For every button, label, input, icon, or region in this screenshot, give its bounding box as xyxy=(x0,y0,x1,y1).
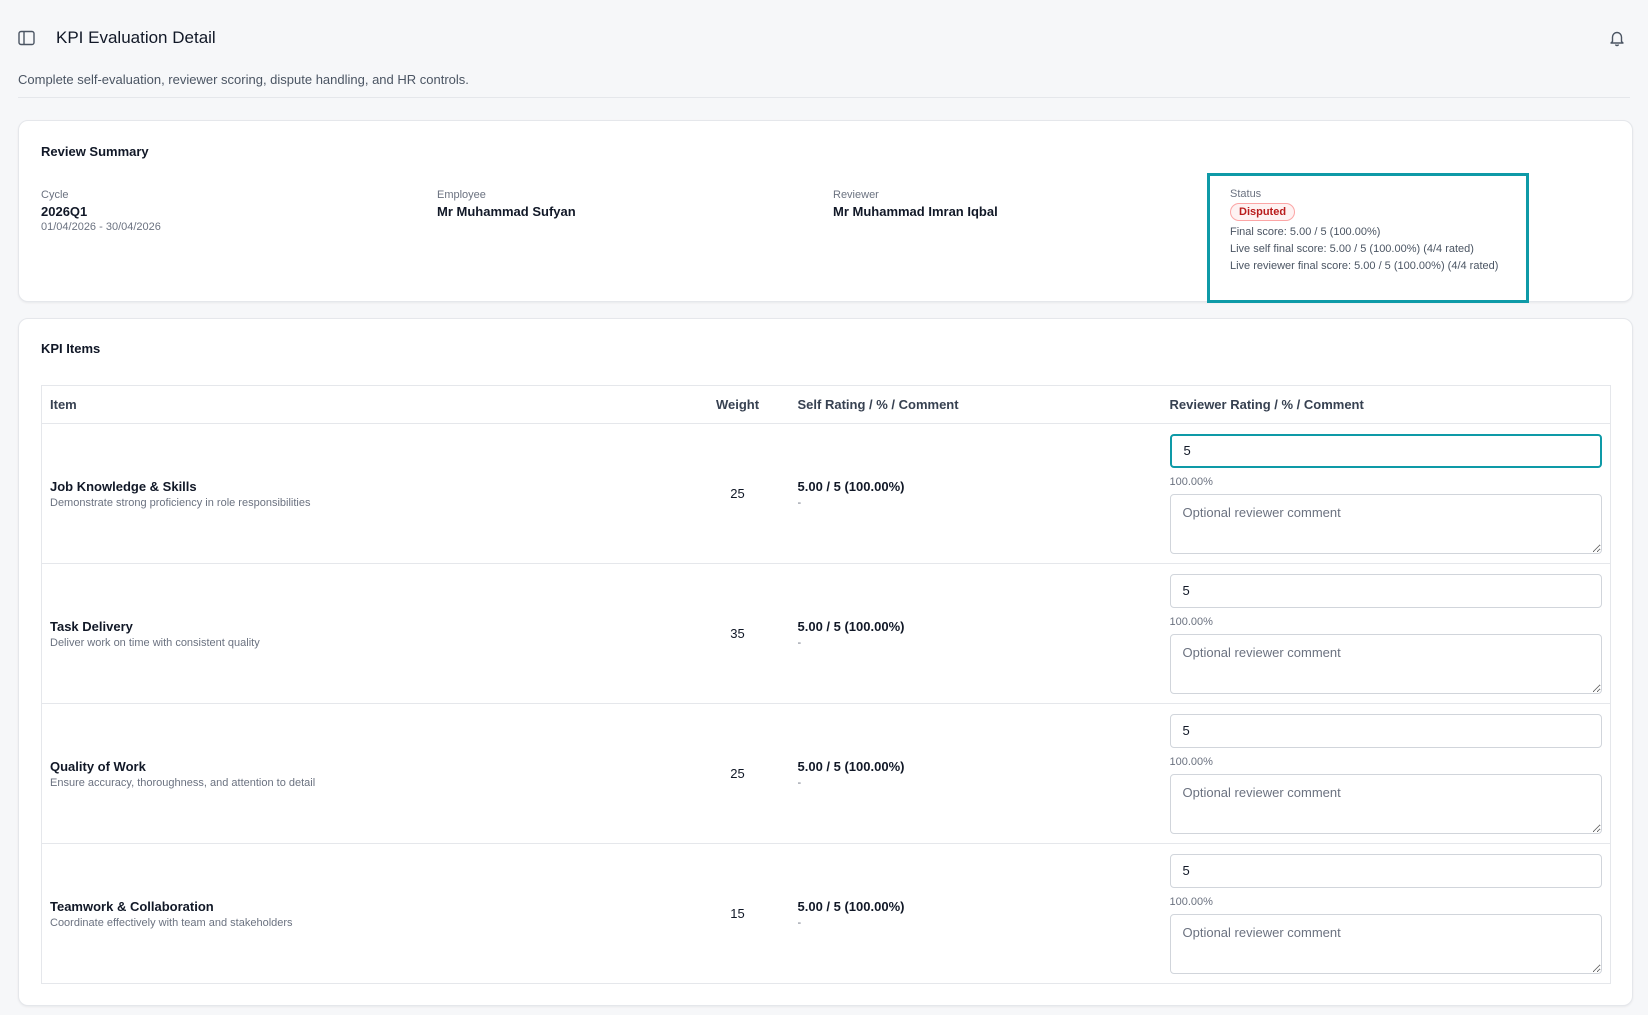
self-comment: - xyxy=(797,636,802,649)
item-name: Quality of Work xyxy=(50,758,146,774)
table-row: Quality of Work Ensure accuracy, thoroug… xyxy=(41,703,1611,844)
item-weight: 25 xyxy=(691,703,784,844)
reviewer-rating-cell: 100.00% xyxy=(1161,843,1611,984)
reviewer-comment-textarea[interactable] xyxy=(1169,773,1602,834)
cycle-value: 2026Q1 xyxy=(41,204,88,219)
reviewer-comment-textarea[interactable] xyxy=(1169,913,1602,974)
table-row: Task Delivery Deliver work on time with … xyxy=(41,563,1611,704)
bell-icon[interactable] xyxy=(1608,29,1626,47)
reviewer-rating-cell: 100.00% xyxy=(1161,703,1611,844)
item-name: Task Delivery xyxy=(50,618,133,634)
column-header-self-rating: Self Rating / % / Comment xyxy=(783,385,1162,424)
final-score: Final score: 5.00 / 5 (100.00%) xyxy=(1230,226,1381,238)
reviewer-rating-cell: 100.00% xyxy=(1161,563,1611,704)
reviewer-field: Reviewer Mr Muhammad Imran Iqbal xyxy=(833,189,998,219)
item-weight: 35 xyxy=(691,563,784,704)
status-panel: Status Disputed Final score: 5.00 / 5 (1… xyxy=(1207,173,1529,303)
self-score: 5.00 / 5 (100.00%) xyxy=(797,898,905,914)
self-score: 5.00 / 5 (100.00%) xyxy=(797,618,905,634)
reviewer-rating-input[interactable] xyxy=(1169,713,1602,748)
column-header-reviewer-rating: Reviewer Rating / % / Comment xyxy=(1161,385,1611,424)
status-label: Status xyxy=(1230,188,1262,200)
item-cell: Quality of Work Ensure accuracy, thoroug… xyxy=(41,703,692,844)
item-description: Ensure accuracy, thoroughness, and atten… xyxy=(50,776,316,789)
kpi-table: Item Weight Self Rating / % / Comment Re… xyxy=(41,385,1611,984)
self-score: 5.00 / 5 (100.00%) xyxy=(797,758,905,774)
header-divider xyxy=(18,97,1630,98)
cycle-dates: 01/04/2026 - 30/04/2026 xyxy=(41,221,161,233)
item-description: Demonstrate strong proficiency in role r… xyxy=(50,496,311,509)
employee-field: Employee Mr Muhammad Sufyan xyxy=(437,189,576,219)
employee-label: Employee xyxy=(437,189,486,201)
reviewer-rating-input[interactable] xyxy=(1169,853,1602,888)
top-bar: KPI Evaluation Detail xyxy=(0,0,1648,78)
live-self-score: Live self final score: 5.00 / 5 (100.00%… xyxy=(1230,243,1474,255)
status-badge: Disputed xyxy=(1230,203,1296,221)
sidebar-toggle-icon[interactable] xyxy=(18,30,36,46)
self-rating-cell: 5.00 / 5 (100.00%) - xyxy=(783,423,1162,564)
self-comment: - xyxy=(797,776,802,789)
item-cell: Teamwork & Collaboration Coordinate effe… xyxy=(41,843,692,984)
item-name: Teamwork & Collaboration xyxy=(50,898,214,914)
reviewer-label: Reviewer xyxy=(833,189,879,201)
table-row: Teamwork & Collaboration Coordinate effe… xyxy=(41,843,1611,984)
self-rating-cell: 5.00 / 5 (100.00%) - xyxy=(783,703,1162,844)
kpi-items-card: KPI Items Item Weight Self Rating / % / … xyxy=(18,318,1633,1006)
cycle-label: Cycle xyxy=(41,189,69,201)
self-rating-cell: 5.00 / 5 (100.00%) - xyxy=(783,563,1162,704)
column-header-item: Item xyxy=(41,385,692,424)
item-name: Job Knowledge & Skills xyxy=(50,478,197,494)
page-title: KPI Evaluation Detail xyxy=(56,28,216,47)
reviewer-rating-cell: 100.00% xyxy=(1161,423,1611,564)
self-comment: - xyxy=(797,916,802,929)
reviewer-percent: 100.00% xyxy=(1169,755,1213,768)
item-cell: Job Knowledge & Skills Demonstrate stron… xyxy=(41,423,692,564)
reviewer-rating-input[interactable] xyxy=(1169,573,1602,608)
live-reviewer-score: Live reviewer final score: 5.00 / 5 (100… xyxy=(1230,260,1499,272)
table-row: Job Knowledge & Skills Demonstrate stron… xyxy=(41,423,1611,564)
item-weight: 15 xyxy=(691,843,784,984)
item-weight: 25 xyxy=(691,423,784,564)
item-cell: Task Delivery Deliver work on time with … xyxy=(41,563,692,704)
column-header-weight: Weight xyxy=(691,385,784,424)
cycle-field: Cycle 2026Q1 01/04/2026 - 30/04/2026 xyxy=(41,189,161,233)
reviewer-comment-textarea[interactable] xyxy=(1169,633,1602,694)
review-summary-card: Review Summary Cycle 2026Q1 01/04/2026 -… xyxy=(18,120,1633,303)
item-description: Coordinate effectively with team and sta… xyxy=(50,916,293,929)
reviewer-percent: 100.00% xyxy=(1169,895,1213,908)
employee-value: Mr Muhammad Sufyan xyxy=(437,204,576,219)
self-rating-cell: 5.00 / 5 (100.00%) - xyxy=(783,843,1162,984)
review-summary-title: Review Summary xyxy=(41,144,149,159)
kpi-items-title: KPI Items xyxy=(41,341,101,356)
kpi-table-header: Item Weight Self Rating / % / Comment Re… xyxy=(41,385,1611,424)
reviewer-percent: 100.00% xyxy=(1169,475,1213,488)
reviewer-percent: 100.00% xyxy=(1169,615,1213,628)
reviewer-rating-input[interactable] xyxy=(1169,433,1602,468)
self-comment: - xyxy=(797,496,802,509)
reviewer-value: Mr Muhammad Imran Iqbal xyxy=(833,204,998,219)
page-subtitle: Complete self-evaluation, reviewer scori… xyxy=(18,72,469,87)
item-description: Deliver work on time with consistent qua… xyxy=(50,636,260,649)
self-score: 5.00 / 5 (100.00%) xyxy=(797,478,905,494)
reviewer-comment-textarea[interactable] xyxy=(1169,493,1602,554)
